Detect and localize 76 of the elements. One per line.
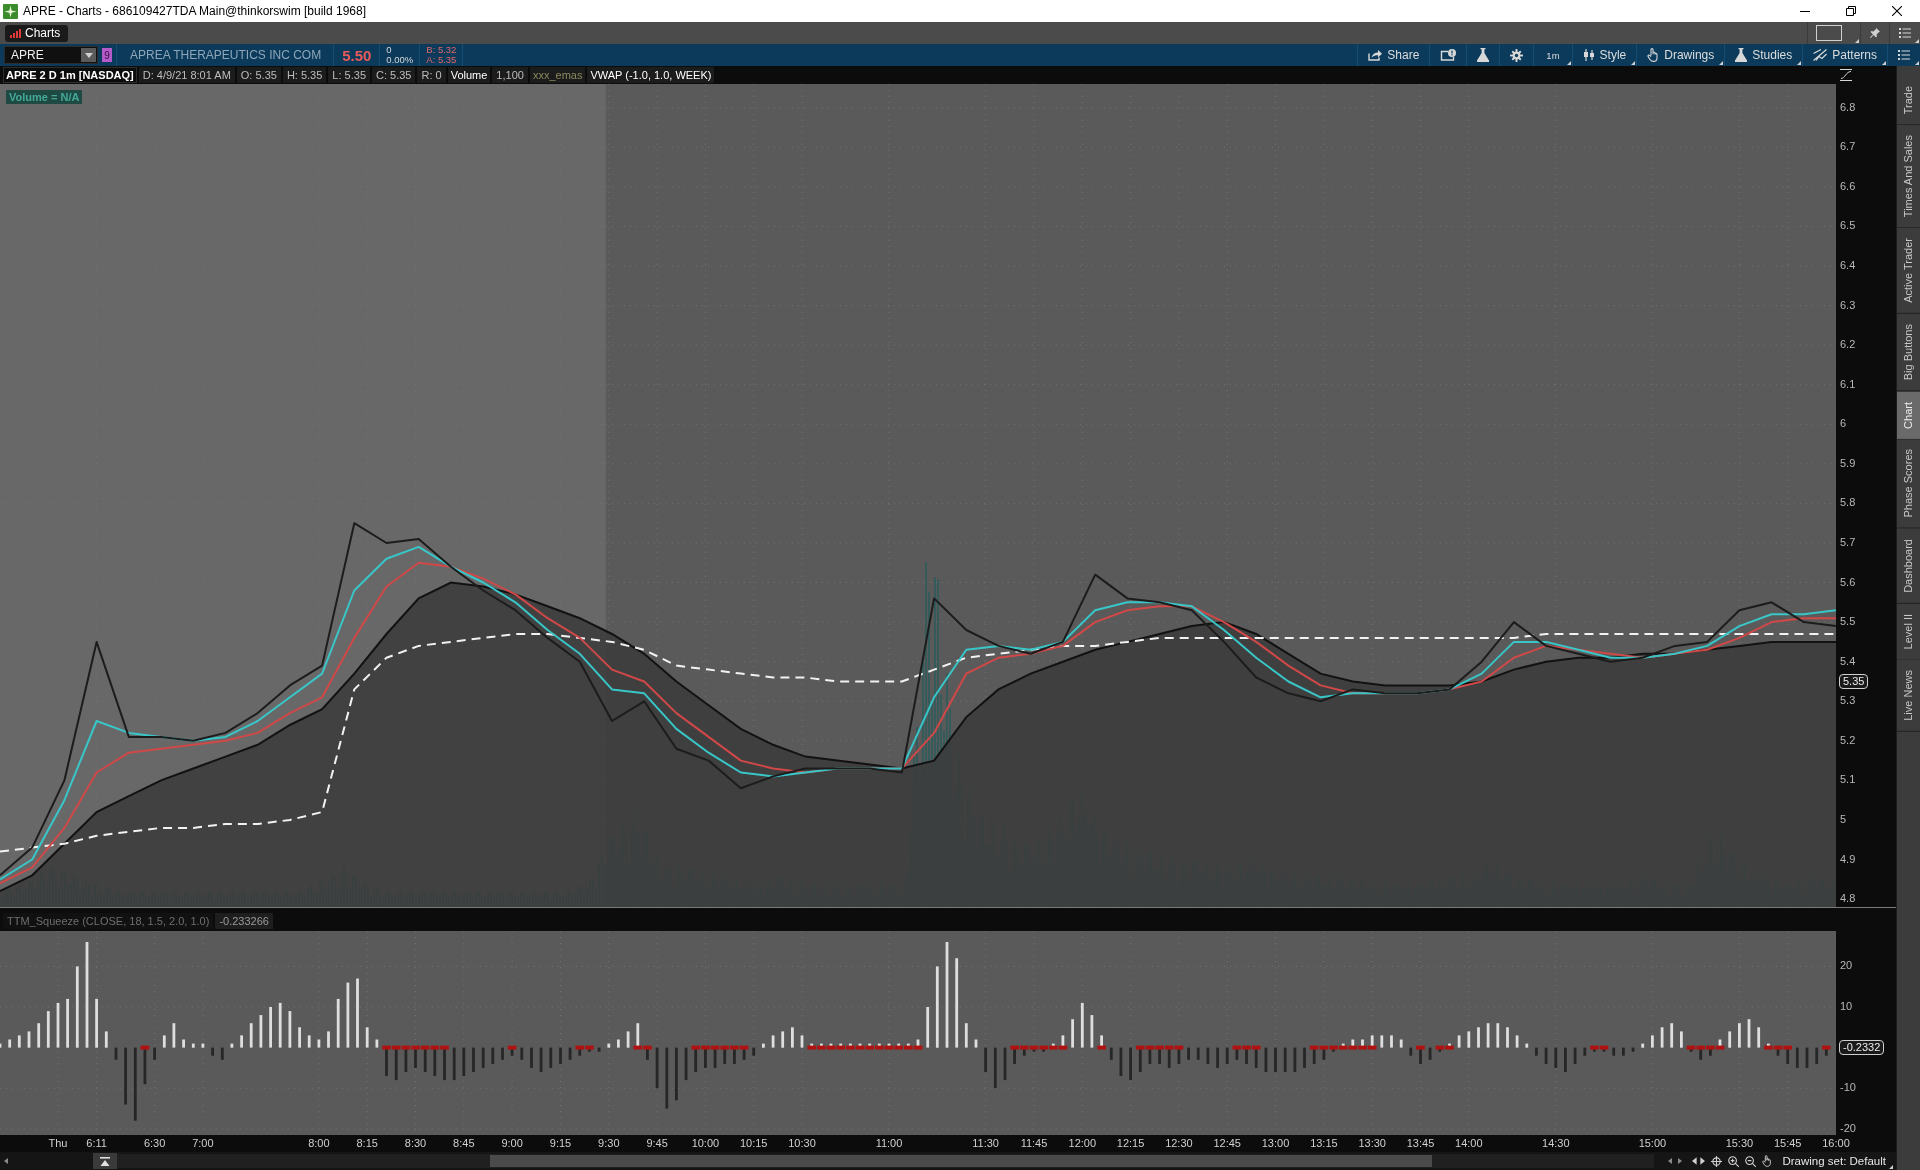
axis-label: 6.2 (1840, 338, 1856, 352)
axis-label: 5.5 (1840, 615, 1856, 629)
time-label: 13:30 (1358, 1137, 1386, 1150)
time-label: 12:15 (1116, 1137, 1145, 1150)
axis-label: -10 (1840, 1081, 1856, 1095)
time-label: 8:15 (356, 1137, 378, 1150)
time-label: 6:30 (143, 1137, 166, 1150)
percent-change: 0.00% (386, 55, 414, 65)
time-label: 15:45 (1773, 1137, 1802, 1150)
axis-label: 6.4 (1840, 259, 1856, 272)
axis-label: 5.6 (1840, 575, 1856, 589)
time-label: 9:15 (549, 1137, 572, 1150)
axis-label: 6.5 (1840, 219, 1856, 233)
volume-label: Volume = N/A (6, 90, 83, 104)
net-change: 0 (386, 45, 393, 55)
axis-label: 6 (1840, 417, 1847, 431)
header-value: L: 5.35 (331, 68, 367, 83)
time-label: 13:15 (1310, 1137, 1338, 1150)
header-value: -0.233266 (215, 913, 273, 929)
header-value: R: 0 (420, 68, 443, 83)
time-label: 6:11 (86, 1137, 107, 1150)
price-label: 5.35 (1839, 673, 1869, 689)
axis-label: 5.2 (1840, 733, 1856, 747)
axis-label: 10 (1840, 1000, 1853, 1013)
header-value: 1,100 (495, 68, 525, 83)
time-label: 15:00 (1638, 1137, 1667, 1150)
axis-label: 5.4 (1840, 654, 1856, 668)
header-value: C: 5.35 (375, 68, 413, 83)
axis-label: 6.3 (1840, 298, 1856, 312)
time-label: 8:00 (308, 1137, 330, 1150)
company-name: APREA THERAPEUTICS INC COM (129, 48, 323, 62)
time-label: 10:15 (739, 1137, 768, 1150)
header-value: O: 5.35 (239, 68, 278, 83)
bid-price: B: 5.32 (426, 45, 457, 55)
ask-price: A: 5.35 (426, 55, 457, 65)
axis-label: 5.1 (1840, 773, 1856, 787)
time-label: 15:30 (1725, 1137, 1754, 1150)
axis-label: 6.8 (1840, 100, 1856, 114)
time-label: 13:45 (1406, 1137, 1435, 1150)
time-label: 12:45 (1213, 1137, 1241, 1150)
time-label: 10:30 (788, 1137, 816, 1150)
time-label: 12:00 (1068, 1137, 1097, 1150)
chart-title: APRE 2 D 1m [NASDAQ] (3, 67, 137, 83)
axis-label: -20 (1840, 1121, 1856, 1135)
axis-label: 6.7 (1840, 140, 1856, 154)
axis-label: 4.9 (1840, 852, 1856, 866)
time-label: 9:45 (646, 1137, 668, 1150)
time-label: 14:00 (1455, 1137, 1483, 1150)
time-label: 11:30 (972, 1137, 999, 1150)
time-label: 8:45 (453, 1137, 475, 1150)
axis-label: 5 (1840, 813, 1847, 826)
axis-label: 5.7 (1840, 536, 1856, 549)
time-label: 16:00 (1822, 1137, 1850, 1150)
time-label: 12:30 (1165, 1137, 1193, 1150)
time-label: 11:45 (1020, 1137, 1048, 1150)
axis-label: 6.1 (1840, 377, 1856, 391)
time-label: 8:30 (404, 1137, 427, 1150)
time-label: 13:00 (1261, 1137, 1290, 1150)
time-label: 9:00 (501, 1137, 523, 1150)
axis-label: 5.9 (1840, 456, 1856, 470)
value-label: -0.2332 (1839, 1039, 1885, 1055)
time-label: Thu (48, 1137, 68, 1150)
header-value: D: 4/9/21 8:01 AM (141, 68, 232, 83)
last-price: 5.50 (341, 46, 373, 64)
axis-label: 6.6 (1840, 179, 1856, 193)
time-label: 7:00 (192, 1137, 214, 1150)
time-label: 9:30 (598, 1137, 620, 1150)
header-value: H: 5.35 (285, 68, 324, 83)
axis-label: 20 (1840, 959, 1853, 973)
axis-label: 4.8 (1840, 892, 1856, 906)
window-title: APRE - Charts - 686109427TDA Main@thinkorswim [build 1968] (23, 4, 367, 18)
axis-label: 5.8 (1840, 496, 1856, 510)
axis-label: 5.3 (1840, 694, 1856, 708)
time-label: 11:00 (875, 1137, 903, 1150)
time-label: 14:30 (1542, 1137, 1570, 1150)
time-label: 10:00 (691, 1137, 720, 1150)
